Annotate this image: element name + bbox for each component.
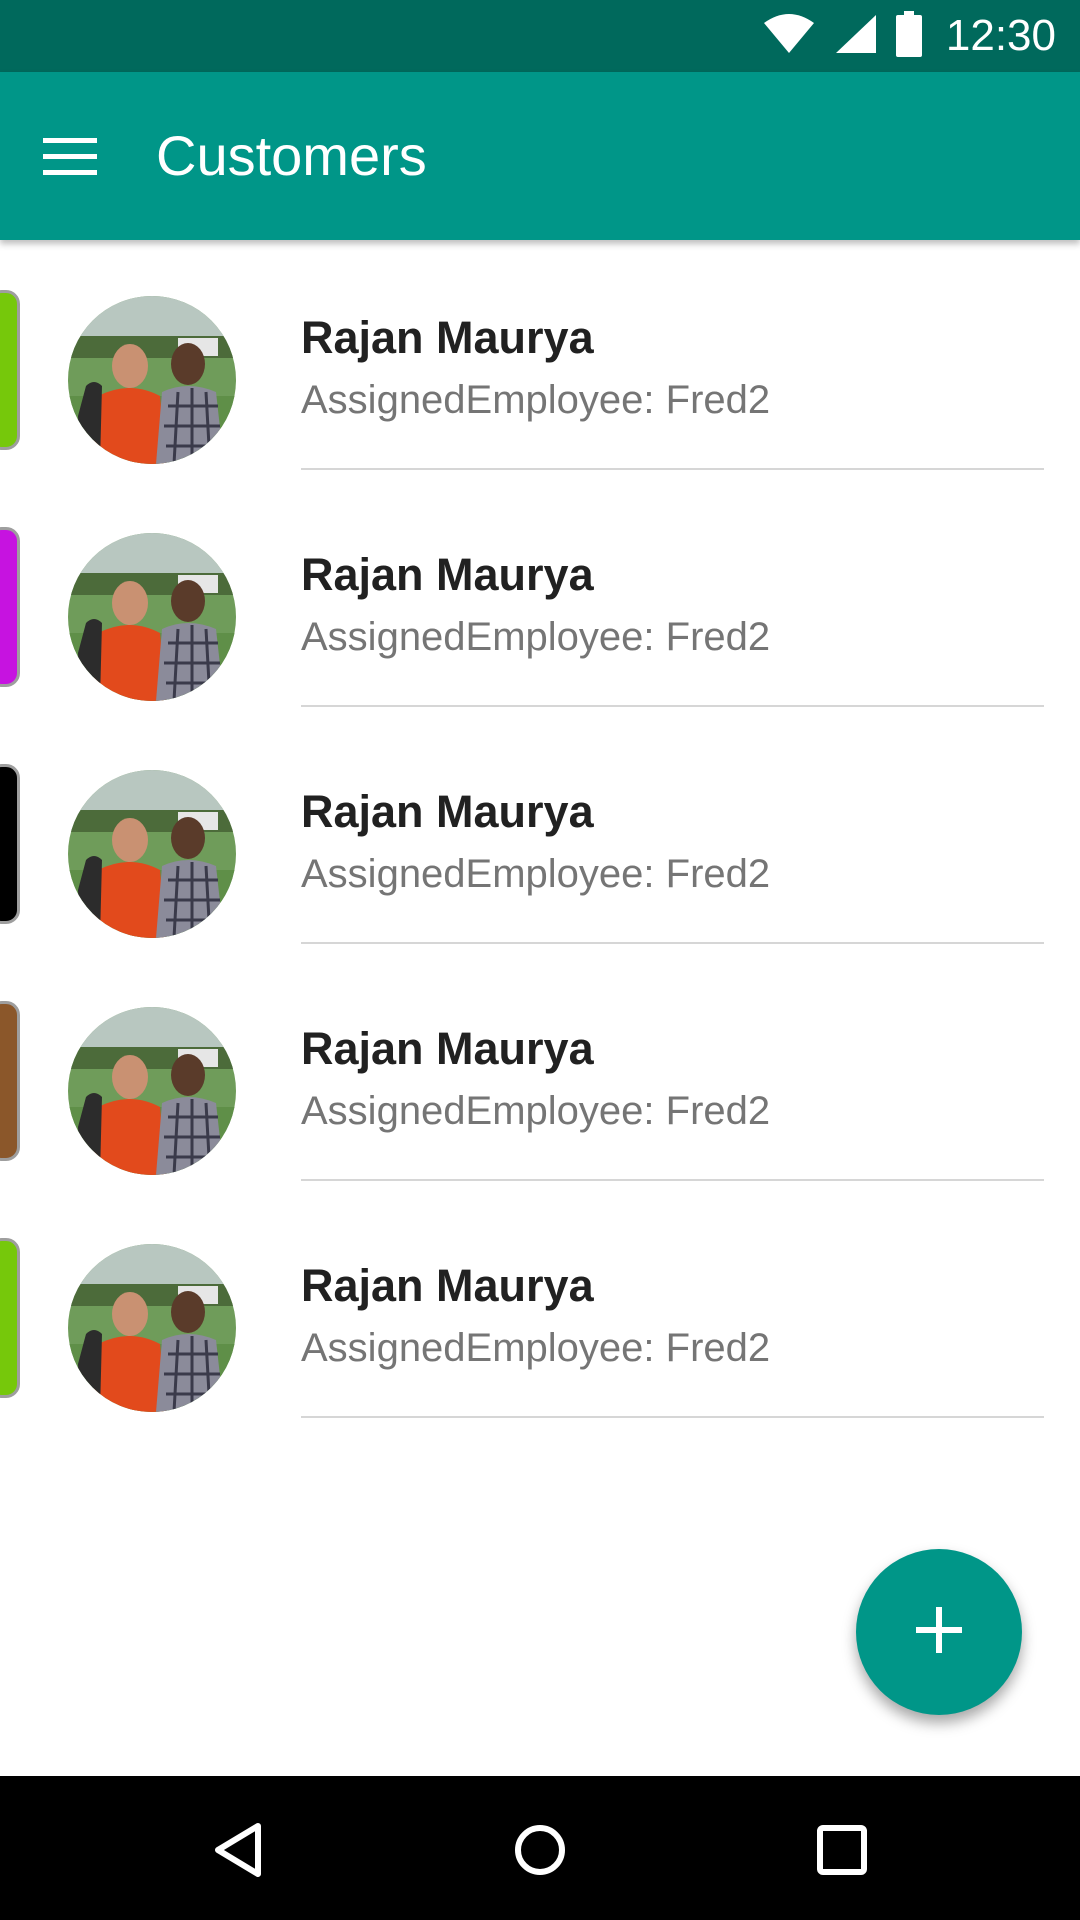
row-divider xyxy=(301,705,1044,707)
row-divider xyxy=(301,942,1044,944)
customer-assigned-employee: AssignedEmployee: Fred2 xyxy=(301,852,771,896)
back-icon xyxy=(212,1822,264,1883)
customer-avatar xyxy=(68,770,236,938)
customers-screen: 12:30 Customers Rajan Maurya AssignedEmp… xyxy=(0,0,1080,1920)
customer-assigned-employee: AssignedEmployee: Fred2 xyxy=(301,378,771,422)
recents-button[interactable] xyxy=(802,1812,882,1892)
customer-name: Rajan Maurya xyxy=(301,1023,594,1074)
page-title: Customers xyxy=(156,124,427,187)
customer-assigned-employee: AssignedEmployee: Fred2 xyxy=(301,1089,771,1133)
row-divider xyxy=(301,1179,1044,1181)
customer-name: Rajan Maurya xyxy=(301,549,594,600)
customer-avatar xyxy=(68,1007,236,1175)
home-button[interactable] xyxy=(500,1812,580,1892)
customer-assigned-employee: AssignedEmployee: Fred2 xyxy=(301,1326,771,1370)
battery-icon xyxy=(895,10,922,62)
recents-icon xyxy=(817,1824,867,1880)
customer-name: Rajan Maurya xyxy=(301,312,594,363)
status-bar: 12:30 xyxy=(0,0,1080,72)
customer-avatar xyxy=(68,296,236,464)
customer-row[interactable]: Rajan Maurya AssignedEmployee: Fred2 xyxy=(0,477,1080,714)
app-bar: Customers xyxy=(0,72,1080,240)
hamburger-menu-icon xyxy=(43,136,97,181)
customer-color-indicator xyxy=(0,527,20,687)
back-button[interactable] xyxy=(198,1812,278,1892)
add-icon xyxy=(916,1606,962,1658)
customer-color-indicator xyxy=(0,290,20,450)
customer-row[interactable]: Rajan Maurya AssignedEmployee: Fred2 xyxy=(0,1188,1080,1425)
customer-color-indicator xyxy=(0,764,20,924)
customer-row[interactable]: Rajan Maurya AssignedEmployee: Fred2 xyxy=(0,240,1080,477)
customer-color-indicator xyxy=(0,1238,20,1398)
row-divider xyxy=(301,468,1044,470)
wifi-icon xyxy=(762,13,816,60)
row-divider xyxy=(301,1416,1044,1418)
signal-icon xyxy=(834,13,878,60)
menu-button[interactable] xyxy=(28,116,112,200)
status-icons: 12:30 xyxy=(762,0,1056,72)
customer-row[interactable]: Rajan Maurya AssignedEmployee: Fred2 xyxy=(0,714,1080,951)
customer-avatar xyxy=(68,533,236,701)
customer-avatar xyxy=(68,1244,236,1412)
customer-name: Rajan Maurya xyxy=(301,1260,594,1311)
customer-color-indicator xyxy=(0,1001,20,1161)
home-icon xyxy=(513,1823,567,1882)
customer-assigned-employee: AssignedEmployee: Fred2 xyxy=(301,615,771,659)
status-time: 12:30 xyxy=(945,11,1056,60)
navigation-bar xyxy=(0,1776,1080,1920)
customer-list: Rajan Maurya AssignedEmployee: Fred2 Raj… xyxy=(0,240,1080,1425)
customer-row[interactable]: Rajan Maurya AssignedEmployee: Fred2 xyxy=(0,951,1080,1188)
customer-name: Rajan Maurya xyxy=(301,786,594,837)
add-customer-button[interactable] xyxy=(856,1549,1022,1715)
